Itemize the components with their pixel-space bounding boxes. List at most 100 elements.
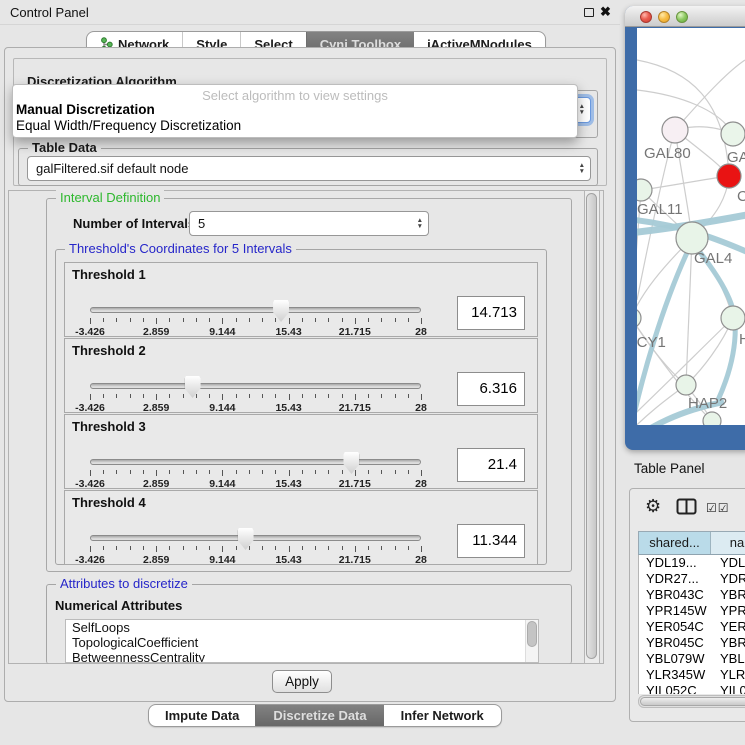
table-cell[interactable]: YBR043C <box>639 587 711 603</box>
network-node[interactable] <box>703 412 721 425</box>
gear-icon[interactable]: ⚙ <box>645 496 661 517</box>
threshold-1-value-field[interactable]: 14.713 <box>457 296 525 330</box>
table-cell[interactable]: YBL0 <box>711 651 745 667</box>
table-cell[interactable]: YPR1 <box>711 603 745 619</box>
slider-tick <box>196 470 197 474</box>
split-view-icon[interactable] <box>676 498 697 520</box>
slider-tick <box>342 546 343 550</box>
table-cell[interactable]: YDR2 <box>711 571 745 587</box>
slider-tick <box>116 470 117 474</box>
table-cell[interactable]: YLR3 <box>711 667 745 683</box>
network-node-label: GCY1 <box>637 334 666 351</box>
slider-tick-label: 9.144 <box>209 478 235 490</box>
slider-thumb[interactable] <box>238 528 254 550</box>
network-node[interactable] <box>662 117 688 143</box>
table-row[interactable]: YBL079WYBL0 <box>639 651 745 667</box>
network-canvas[interactable]: GAL80GAL1CGAL11GAL4GCY1HHAP2 <box>637 28 745 425</box>
column-header-name[interactable]: na <box>711 532 745 554</box>
slider-tick <box>408 318 409 322</box>
table-body[interactable]: YDL19...YDL1YDR27...YDR2YBR043CYBR0YPR14… <box>638 555 745 694</box>
table-cell[interactable]: YIL0 <box>711 683 745 694</box>
table-cell[interactable]: YLR345W <box>639 667 711 683</box>
table-cell[interactable]: YER054C <box>639 619 711 635</box>
column-header-shared[interactable]: shared... <box>639 532 711 554</box>
table-row[interactable]: YLR345WYLR3 <box>639 667 745 683</box>
num-intervals-combobox[interactable]: 5 ▲▼ <box>189 211 429 236</box>
close-traffic-light[interactable] <box>640 11 652 23</box>
zoom-traffic-light[interactable] <box>676 11 688 23</box>
slider-thumb[interactable] <box>185 376 201 398</box>
slider-tick <box>183 394 184 398</box>
slider-track[interactable] <box>90 383 421 389</box>
dropdown-item-equal-width-frequency[interactable]: Equal Width/Frequency Discretization <box>13 118 577 134</box>
close-icon[interactable]: ✖ <box>600 4 611 20</box>
slider-thumb[interactable] <box>343 452 359 474</box>
network-node[interactable] <box>721 122 745 146</box>
table-cell[interactable]: YER0 <box>711 619 745 635</box>
slider-track[interactable] <box>90 459 421 465</box>
table-cell[interactable]: YBR045C <box>639 635 711 651</box>
tab-infer-network[interactable]: Infer Network <box>384 705 501 726</box>
table-cell[interactable]: YIL052C <box>639 683 711 694</box>
list-scrollbar-thumb[interactable] <box>527 621 537 647</box>
hscrollbar-thumb[interactable] <box>640 697 745 706</box>
table-cell[interactable]: YBR0 <box>711 635 745 651</box>
slider-tick <box>222 470 223 476</box>
threshold-2-value-field[interactable]: 6.316 <box>457 372 525 406</box>
tab-impute-data[interactable]: Impute Data <box>149 705 255 726</box>
list-scrollbar[interactable] <box>525 620 538 662</box>
attributes-group-label: Attributes to discretize <box>56 576 192 591</box>
table-row[interactable]: YBR045CYBR0 <box>639 635 745 651</box>
table-row[interactable]: YPR145WYPR1 <box>639 603 745 619</box>
numerical-attributes-list[interactable]: SelfLoopsTopologicalCoefficientBetweenne… <box>65 619 539 663</box>
table-row[interactable]: YIL052CYIL0 <box>639 683 745 694</box>
slider-tick <box>169 394 170 398</box>
table-cell[interactable]: YBL079W <box>639 651 711 667</box>
table-cell[interactable]: YDL1 <box>711 555 745 571</box>
apply-button[interactable]: Apply <box>272 670 332 693</box>
attribute-list-item[interactable]: SelfLoops <box>66 620 538 635</box>
threshold-4-label: Threshold 4 <box>72 495 146 510</box>
slider-tick <box>315 546 316 550</box>
slider-tick-label: 28 <box>415 554 427 566</box>
table-data-combobox[interactable]: galFiltered.sif default node ▲▼ <box>27 156 591 181</box>
attribute-list-item[interactable]: BetweennessCentrality <box>66 650 538 663</box>
table-cell[interactable]: YPR145W <box>639 603 711 619</box>
dropdown-item-manual-discretization[interactable]: Manual Discretization <box>13 102 577 118</box>
threshold-4-value-field[interactable]: 11.344 <box>457 524 525 558</box>
checkbox-pair-icon[interactable]: ☑☑ <box>706 501 730 515</box>
float-window-icon[interactable] <box>584 8 594 17</box>
slider-track[interactable] <box>90 535 421 541</box>
slider-tick <box>421 546 422 552</box>
slider-tick <box>183 470 184 474</box>
table-cell[interactable]: YDL19... <box>639 555 711 571</box>
table-row[interactable]: YBR043CYBR0 <box>639 587 745 603</box>
attribute-list-item[interactable]: TopologicalCoefficient <box>66 635 538 650</box>
network-node[interactable] <box>721 306 745 330</box>
slider-tick-label: 2.859 <box>143 326 169 338</box>
threshold-1-label: Threshold 1 <box>72 267 146 282</box>
combo-arrows-icon: ▲▼ <box>579 104 585 116</box>
table-row[interactable]: YDR27...YDR2 <box>639 571 745 587</box>
network-node[interactable] <box>717 164 741 188</box>
table-row[interactable]: YDL19...YDL1 <box>639 555 745 571</box>
minimize-traffic-light[interactable] <box>658 11 670 23</box>
network-node[interactable] <box>637 308 641 328</box>
table-cell[interactable]: YBR0 <box>711 587 745 603</box>
threshold-3-value-field[interactable]: 21.4 <box>457 448 525 482</box>
slider-tick-label: -3.426 <box>75 402 105 414</box>
scrollbar-thumb[interactable] <box>586 193 597 659</box>
table-row[interactable]: YER054CYER0 <box>639 619 745 635</box>
vertical-scrollbar[interactable] <box>584 190 600 664</box>
slider-tick <box>90 470 91 476</box>
slider-track[interactable] <box>90 307 421 313</box>
slider-tick-label: 9.144 <box>209 326 235 338</box>
network-node[interactable] <box>637 179 652 201</box>
network-node[interactable] <box>676 375 696 395</box>
slider-tick <box>421 318 422 324</box>
table-cell[interactable]: YDR27... <box>639 571 711 587</box>
dropdown-prompt: Select algorithm to view settings <box>13 85 577 102</box>
slider-tick <box>381 394 382 398</box>
tab-discretize-data[interactable]: Discretize Data <box>255 705 383 726</box>
table-horizontal-scrollbar[interactable] <box>638 695 745 708</box>
